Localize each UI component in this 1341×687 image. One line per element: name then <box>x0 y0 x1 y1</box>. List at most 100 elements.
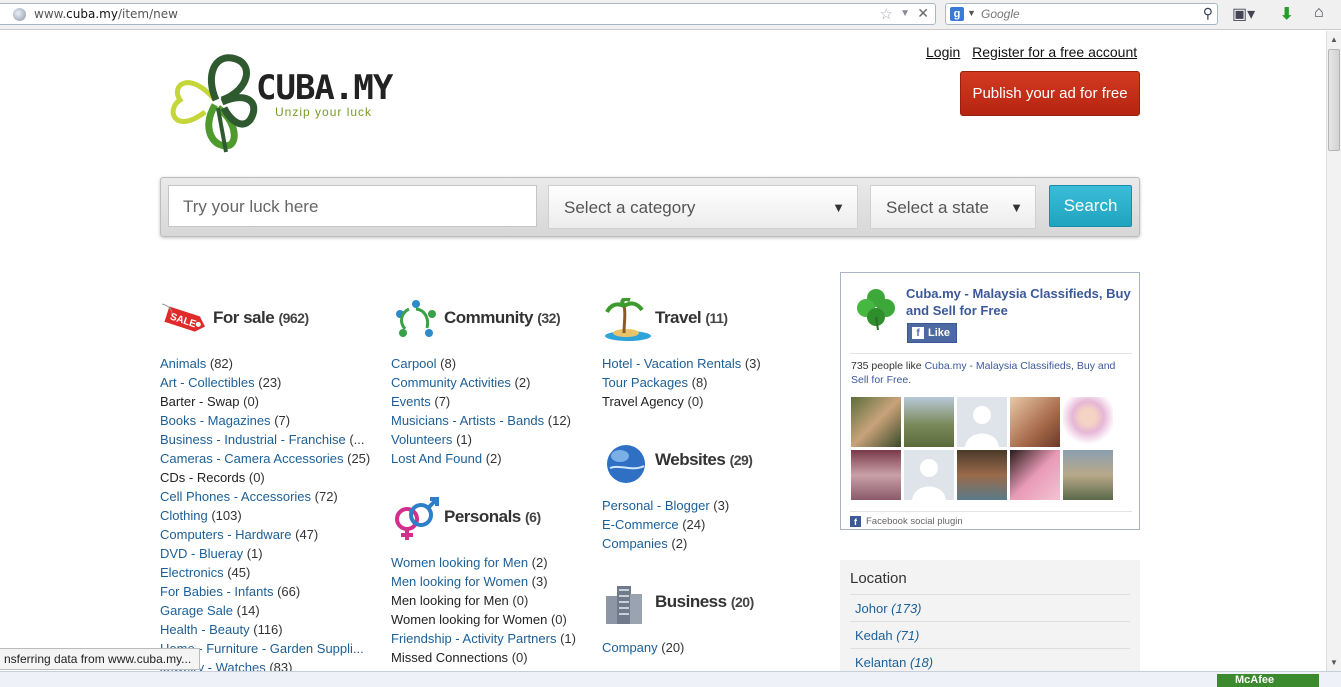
mcafee-badge[interactable]: McAfee <box>1217 674 1319 687</box>
engine-dropdown-icon[interactable]: ▼ <box>967 8 976 18</box>
subcategory-link[interactable]: Men looking for Men <box>391 593 509 608</box>
category-header[interactable]: SALE For sale (962) <box>160 298 375 342</box>
subcategory-link[interactable]: Carpool <box>391 356 437 371</box>
location-link[interactable]: Johor <box>855 601 888 616</box>
subcategory-item: Company (20) <box>602 638 802 657</box>
vertical-scrollbar[interactable]: ▲ ▼ <box>1326 31 1341 671</box>
location-link[interactable]: Kedah <box>855 628 893 643</box>
subcategory-link[interactable]: Books - Magazines <box>160 413 271 428</box>
scrollbar-thumb[interactable] <box>1328 49 1340 151</box>
location-link[interactable]: Kelantan <box>855 655 906 670</box>
search-button[interactable]: Search <box>1049 185 1132 227</box>
category-header[interactable]: Personals (6) <box>391 497 591 541</box>
subcategory-item: Clothing (103) <box>160 506 375 525</box>
community-people-icon <box>396 300 436 337</box>
subcategory-count: (25) <box>347 451 371 466</box>
subcategory-count: (0) <box>550 612 567 627</box>
bookmark-star-icon[interactable]: ☆ <box>880 5 893 23</box>
scroll-up-icon[interactable]: ▲ <box>1330 35 1338 44</box>
subcategory-item: Carpool (8) <box>391 354 591 373</box>
fan-avatar[interactable] <box>851 397 901 447</box>
subcategory-count: (1) <box>560 631 576 646</box>
subcategory-link[interactable]: E-Commerce <box>602 517 679 532</box>
category-for-sale: SALE For sale (962) Animals (82) Art - Co… <box>160 298 375 677</box>
category-header[interactable]: Business (20) <box>602 582 802 626</box>
facebook-page-name[interactable]: Cuba.my - Malaysia Classifieds, Buy and … <box>906 285 1131 319</box>
stop-icon[interactable]: ✕ <box>917 5 929 22</box>
category-select[interactable]: Select a category ▼ <box>548 185 858 229</box>
subcategory-link[interactable]: Men looking for Women <box>391 574 528 589</box>
keyword-search-input[interactable]: Try your luck here <box>168 185 537 227</box>
subcategory-link[interactable]: Travel Agency <box>602 394 684 409</box>
state-select[interactable]: Select a state ▼ <box>870 185 1036 229</box>
subcategory-link[interactable]: Cameras - Camera Accessories <box>160 451 344 466</box>
history-dropdown-icon[interactable]: ▼ <box>900 8 910 19</box>
category-title: For sale (962) <box>213 308 309 327</box>
fan-avatar-placeholder[interactable] <box>904 450 954 500</box>
magnifier-icon[interactable]: ⚲ <box>1203 5 1213 22</box>
search-engine-icon[interactable]: g <box>950 7 964 21</box>
subcategory-link[interactable]: Company <box>602 640 658 655</box>
subcategory-link[interactable]: Computers - Hardware <box>160 527 292 542</box>
subcategory-link[interactable]: Missed Connections <box>391 650 508 665</box>
subcategory-link[interactable]: Personal - Blogger <box>602 498 710 513</box>
fan-avatar[interactable] <box>851 450 901 500</box>
register-link[interactable]: Register for a free account <box>972 44 1137 60</box>
address-bar[interactable]: www.cuba.my/item/new ☆ ▼ ✕ <box>0 3 936 25</box>
location-count: (173) <box>891 601 922 616</box>
fan-avatar[interactable] <box>1063 450 1113 500</box>
fan-avatar-placeholder[interactable] <box>957 397 1007 447</box>
subcategory-link[interactable]: Volunteers <box>391 432 452 447</box>
location-item[interactable]: Johor (173) <box>850 594 1130 621</box>
subcategory-link[interactable]: Garage Sale <box>160 603 233 618</box>
download-arrow-icon[interactable]: ⬇ <box>1280 4 1293 24</box>
facebook-like-button[interactable]: f Like <box>907 323 958 343</box>
subcategory-link[interactable]: Electronics <box>160 565 224 580</box>
subcategory-link[interactable]: For Babies - Infants <box>160 584 273 599</box>
home-icon[interactable]: ⌂ <box>1314 4 1324 22</box>
subcategory-link[interactable]: Companies <box>602 536 668 551</box>
subcategory-link[interactable]: Health - Beauty <box>160 622 250 637</box>
subcategory-link[interactable]: Events <box>391 394 431 409</box>
subcategory-link[interactable]: Community Activities <box>391 375 511 390</box>
subcategory-link[interactable]: Barter - Swap <box>160 394 239 409</box>
subcategory-count: (1) <box>456 432 472 447</box>
fan-avatar[interactable] <box>957 450 1007 500</box>
subcategory-link[interactable]: Animals <box>160 356 206 371</box>
fan-avatar[interactable] <box>1010 450 1060 500</box>
publish-ad-button[interactable]: Publish your ad for free <box>960 71 1140 116</box>
category-header[interactable]: Community (32) <box>391 298 591 342</box>
bookmarks-menu-icon[interactable]: ▣▾ <box>1232 4 1255 24</box>
fan-avatar[interactable] <box>904 397 954 447</box>
subcategory-link[interactable]: DVD - Blueray <box>160 546 243 561</box>
subcategory-link[interactable]: Art - Collectibles <box>160 375 255 390</box>
subcategory-link[interactable]: Business - Industrial - Franchise <box>160 432 346 447</box>
fan-avatar[interactable] <box>1063 397 1113 447</box>
subcategory-link[interactable]: Friendship - Activity Partners <box>391 631 556 646</box>
login-link[interactable]: Login <box>926 44 960 60</box>
facebook-footer: f Facebook social plugin <box>850 511 1132 527</box>
logo-wordmark[interactable]: CUBA.MY <box>256 68 393 108</box>
subcategory-count: (3) <box>713 498 730 513</box>
category-header[interactable]: Travel (11) <box>602 298 802 342</box>
subcategory-count: (0) <box>511 650 528 665</box>
clover-avatar-icon[interactable] <box>853 285 899 331</box>
facebook-f-icon: f <box>850 516 861 527</box>
location-item[interactable]: Kedah (71) <box>850 621 1130 648</box>
subcategory-link[interactable]: Cell Phones - Accessories <box>160 489 311 504</box>
subcategory-link[interactable]: Musicians - Artists - Bands <box>391 413 544 428</box>
browser-search-box[interactable]: g ▼ Google ⚲ <box>945 3 1218 25</box>
subcategory-link[interactable]: Clothing <box>160 508 208 523</box>
subcategory-link[interactable]: Tour Packages <box>602 375 688 390</box>
address-url[interactable]: www.cuba.my/item/new <box>34 7 178 21</box>
category-personals: Personals (6) Women looking for Men (2) M… <box>391 497 591 667</box>
subcategory-link[interactable]: CDs - Records <box>160 470 245 485</box>
category-header[interactable]: Websites (29) <box>602 440 802 484</box>
subcategory-link[interactable]: Lost And Found <box>391 451 482 466</box>
fan-avatar[interactable] <box>1010 397 1060 447</box>
subcategory-item: Events (7) <box>391 392 591 411</box>
subcategory-link[interactable]: Hotel - Vacation Rentals <box>602 356 741 371</box>
scroll-down-icon[interactable]: ▼ <box>1330 658 1338 667</box>
subcategory-link[interactable]: Women looking for Men <box>391 555 528 570</box>
subcategory-link[interactable]: Women looking for Women <box>391 612 547 627</box>
